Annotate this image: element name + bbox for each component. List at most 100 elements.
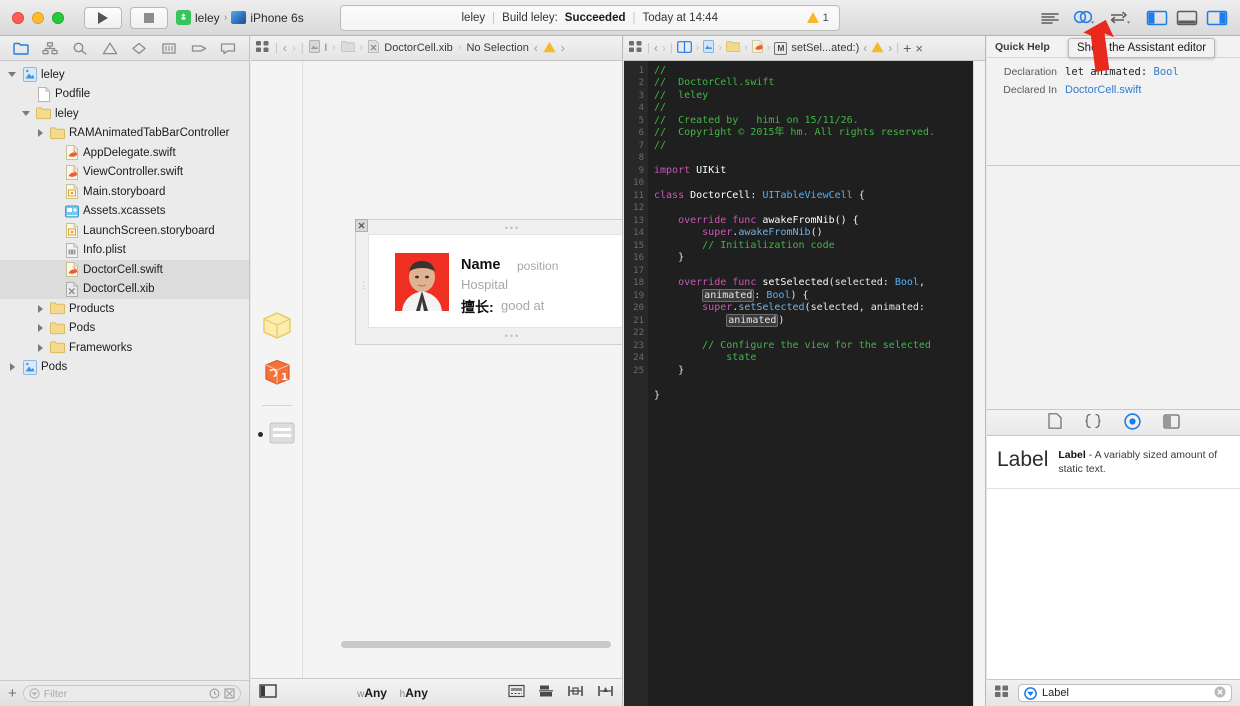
sidebar-item-main-storyboard[interactable]: Main.storyboard (0, 182, 249, 202)
code-forward-button[interactable]: › (662, 41, 666, 55)
minimize-window-button[interactable] (32, 11, 44, 24)
sidebar-item-podfile[interactable]: Podfile (0, 85, 249, 105)
breakpoint-navigator-tab[interactable] (188, 38, 210, 58)
code-warning-icon[interactable] (871, 41, 884, 56)
related-items-button[interactable] (256, 40, 270, 56)
run-button[interactable] (84, 6, 122, 29)
code-line[interactable]: super.awakeFromNib() (654, 227, 985, 239)
sidebar-item-info-plist[interactable]: Info.plist (0, 241, 249, 261)
debug-area-toggle-button[interactable] (1176, 10, 1198, 26)
code-breadcrumb-folder-icon[interactable] (726, 41, 741, 55)
close-window-button[interactable] (12, 11, 24, 24)
sidebar-item-ramanimatedtabbarcontroller[interactable]: RAMAnimatedTabBarController (0, 124, 249, 144)
code-line[interactable]: animated) (654, 313, 985, 327)
code-related-items-button[interactable] (629, 40, 643, 56)
project-file-tree[interactable]: leley Podfile leley RAMAnimatedTabBarContro… (0, 61, 249, 680)
ib-back-button[interactable]: ‹ (283, 41, 287, 55)
navigator-filter-field[interactable]: Filter (22, 685, 241, 702)
code-line[interactable]: override func setSelected(selected: Bool… (654, 277, 985, 289)
sidebar-item-appdelegate-swift[interactable]: AppDelegate.swift (0, 143, 249, 163)
close-icon[interactable] (355, 219, 368, 232)
sidebar-item-pods[interactable]: Pods (0, 358, 249, 378)
orange-cube-icon[interactable]: 1 (261, 358, 293, 391)
zoom-window-button[interactable] (52, 11, 64, 24)
align-button[interactable] (538, 684, 554, 701)
library-grid-view-button[interactable] (995, 685, 1010, 701)
ib-canvas[interactable]: ••• ••• ⋮ Name position Hospital 擅长: goo… (303, 61, 622, 678)
project-navigator-tab[interactable] (10, 38, 32, 58)
code-line[interactable]: super.setSelected(selected, animated: (654, 302, 985, 314)
utilities-toggle-button[interactable] (1206, 10, 1228, 26)
code-line[interactable] (654, 202, 985, 214)
code-line[interactable] (654, 265, 985, 277)
code-line[interactable]: // (654, 140, 985, 152)
sidebar-item-leley[interactable]: leley (0, 65, 249, 85)
code-line[interactable] (654, 377, 985, 389)
code-line[interactable]: state (654, 352, 985, 364)
disclosure-right-icon[interactable] (34, 129, 46, 138)
code-line[interactable]: animated: Bool) { (654, 288, 985, 302)
debug-navigator-tab[interactable] (158, 38, 180, 58)
test-navigator-tab[interactable] (128, 38, 150, 58)
disclosure-right-icon[interactable] (34, 343, 46, 352)
code-line[interactable]: // (654, 65, 985, 77)
cell-goodat-value-label[interactable]: good at (501, 298, 544, 313)
doctor-cell-preview[interactable]: ••• ••• ⋮ Name position Hospital 擅长: goo… (355, 219, 622, 345)
source-control-navigator-tab[interactable] (39, 38, 61, 58)
media-library-tab[interactable] (1162, 413, 1180, 432)
code-line[interactable]: } (654, 390, 985, 402)
assistant-mode-icon[interactable] (676, 40, 692, 56)
canvas-horizontal-scrollbar[interactable] (341, 641, 611, 648)
ib-issue-next-button[interactable]: › (561, 41, 565, 55)
yellow-cube-icon[interactable] (261, 311, 293, 344)
update-frames-button[interactable] (508, 684, 525, 701)
cell-name-label[interactable]: Name (461, 257, 501, 273)
version-editor-button[interactable] (1108, 10, 1132, 25)
code-breadcrumb-symbol[interactable]: setSel...ated:) (791, 42, 859, 54)
ib-breadcrumb-file[interactable]: DoctorCell.xib (384, 42, 452, 54)
code-line[interactable] (654, 152, 985, 164)
resolve-issues-button[interactable] (597, 684, 614, 701)
disclosure-right-icon[interactable] (6, 363, 18, 372)
list-item[interactable]: Label Label - A variably sized amount of… (987, 436, 1240, 490)
code-line[interactable]: // Created by himi on 15/11/26. (654, 115, 985, 127)
ib-breadcrumb-folder-icon[interactable] (340, 41, 356, 55)
file-template-library-tab[interactable] (1047, 413, 1062, 432)
library-item-list[interactable]: Label Label - A variably sized amount of… (987, 436, 1240, 679)
code-source-area[interactable]: 1 2 3 4 5 6 7 8 9 10 11 12 13 14 15 16 17 18 19 20 21 22 23 24 2… (624, 61, 985, 706)
code-line[interactable]: // DoctorCell.swift (654, 77, 985, 89)
size-class-control[interactable]: wAny hAny (283, 686, 502, 700)
table-cell-outline-row[interactable] (257, 420, 296, 449)
code-line[interactable] (654, 177, 985, 189)
code-line[interactable]: } (654, 252, 985, 264)
sidebar-item-launchscreen-storyboard[interactable]: LaunchScreen.storyboard (0, 221, 249, 241)
sidebar-item-pods[interactable]: Pods (0, 319, 249, 339)
code-issue-prev-button[interactable]: ‹ (863, 41, 867, 55)
swift-file-icon[interactable] (751, 40, 763, 56)
report-navigator-tab[interactable] (217, 38, 239, 58)
code-line[interactable]: import UIKit (654, 165, 985, 177)
code-line[interactable]: // Copyright © 2015年 hm. All rights rese… (654, 127, 985, 139)
ib-warning-icon[interactable] (543, 41, 556, 56)
code-vertical-scrollbar[interactable] (973, 61, 985, 706)
add-assistant-editor-button[interactable]: + (903, 41, 911, 55)
disclosure-right-icon[interactable] (34, 304, 46, 313)
assistant-editor-button[interactable] (1072, 10, 1096, 25)
navigator-toggle-button[interactable] (1146, 10, 1168, 26)
scheme-selector[interactable]: leley › iPhone 6s (168, 7, 312, 29)
sidebar-item-doctorcell-swift[interactable]: DoctorCell.swift (0, 260, 249, 280)
ib-issue-prev-button[interactable]: ‹ (534, 41, 538, 55)
cell-position-label[interactable]: position (517, 259, 558, 273)
warning-badge[interactable]: 1 (806, 12, 829, 24)
pin-button[interactable] (567, 684, 584, 701)
code-back-button[interactable]: ‹ (654, 41, 658, 55)
code-line[interactable] (654, 402, 985, 414)
code-line[interactable]: // Configure the view for the selected (654, 340, 985, 352)
code-line[interactable]: class DoctorCell: UITableViewCell { (654, 190, 985, 202)
add-file-button[interactable]: + (8, 686, 17, 701)
close-assistant-editor-button[interactable]: × (915, 42, 923, 55)
sidebar-item-doctorcell-xib[interactable]: DoctorCell.xib (0, 279, 249, 299)
code-line[interactable]: // leley (654, 90, 985, 102)
sidebar-item-assets-xcassets[interactable]: Assets.xcassets (0, 202, 249, 222)
sidebar-item-frameworks[interactable]: Frameworks (0, 338, 249, 358)
